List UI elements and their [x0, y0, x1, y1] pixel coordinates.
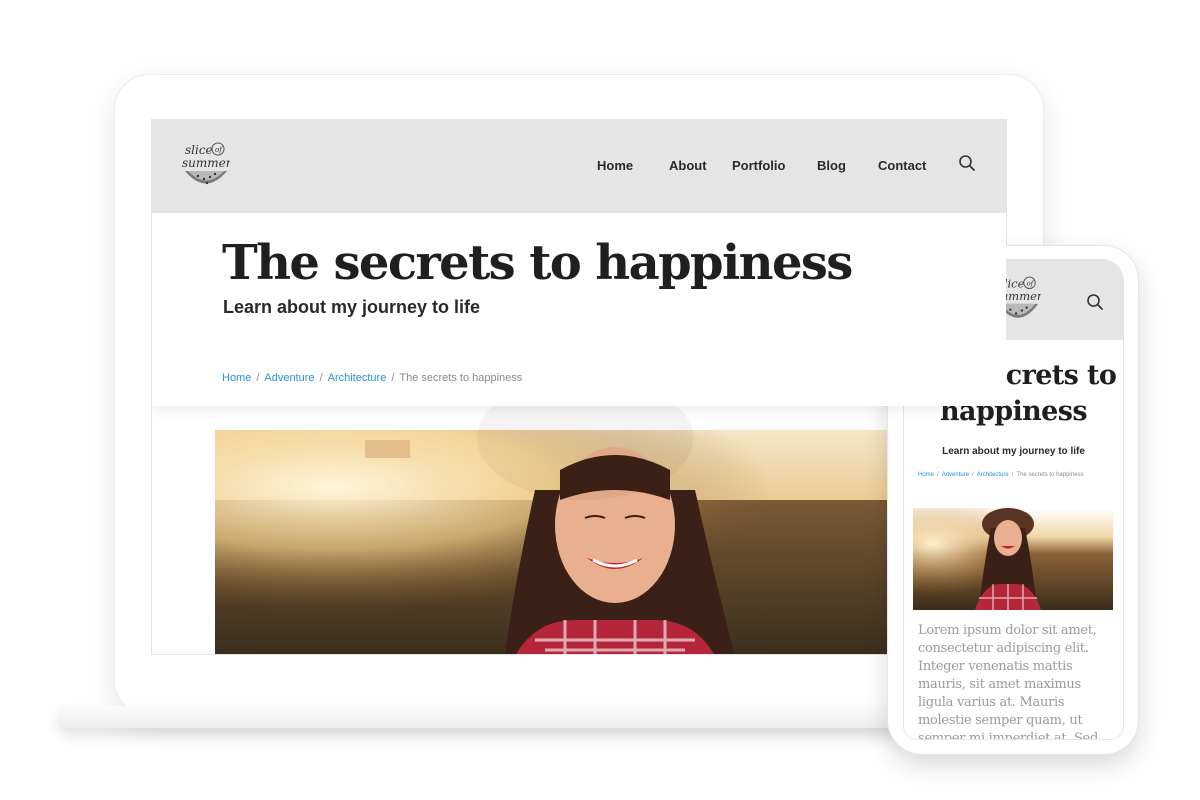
breadcrumb-architecture[interactable]: Architecture — [977, 472, 1009, 478]
mobile-post-subtitle: Learn about my journey to life — [942, 446, 1085, 457]
nav-portfolio[interactable]: Portfolio — [732, 158, 785, 173]
post-title: The secrets to happiness — [222, 235, 853, 291]
search-icon[interactable] — [958, 154, 976, 172]
breadcrumb-separator: / — [391, 372, 395, 384]
breadcrumb-current: The secrets to happiness — [399, 372, 523, 384]
breadcrumb-separator: / — [256, 372, 260, 384]
nav-home[interactable]: Home — [597, 158, 633, 173]
breadcrumb-home[interactable]: Home — [222, 372, 251, 384]
nav-blog[interactable]: Blog — [817, 158, 846, 173]
breadcrumb-separator: / — [972, 472, 974, 478]
breadcrumb-separator: / — [1011, 472, 1014, 478]
main-nav: Home About Portfolio Blog Contact — [152, 158, 1006, 178]
breadcrumb-home[interactable]: Home — [918, 472, 934, 478]
breadcrumb: Home / Adventure / Architecture / The secrets … — [222, 372, 522, 384]
mobile-post-body: Lorem ipsum dolor sit amet, consectetur … — [918, 623, 1098, 740]
post-hero: The secrets to happiness Learn about my … — [152, 213, 1006, 406]
search-icon[interactable] — [1086, 293, 1104, 311]
breadcrumb-separator: / — [937, 472, 939, 478]
breadcrumb-adventure[interactable]: Adventure — [942, 472, 969, 478]
breadcrumb-current: The secrets to happiness — [1016, 472, 1084, 478]
mobile-featured-image — [913, 508, 1113, 610]
site-header: slice of summer Home About Portfolio Blo… — [152, 120, 1006, 213]
desktop-website-preview: slice of summer Home About Portfolio Blo… — [151, 119, 1007, 655]
logo-text-slice: slice — [185, 143, 213, 157]
nav-about[interactable]: About — [669, 158, 707, 173]
mobile-breadcrumb: Home / Adventure / Architecture / The secrets … — [918, 472, 1083, 478]
breadcrumb-separator: / — [319, 372, 323, 384]
breadcrumb-architecture[interactable]: Architecture — [328, 372, 387, 384]
post-subtitle: Learn about my journey to life — [223, 297, 481, 317]
breadcrumb-adventure[interactable]: Adventure — [264, 372, 314, 384]
nav-contact[interactable]: Contact — [878, 158, 926, 173]
